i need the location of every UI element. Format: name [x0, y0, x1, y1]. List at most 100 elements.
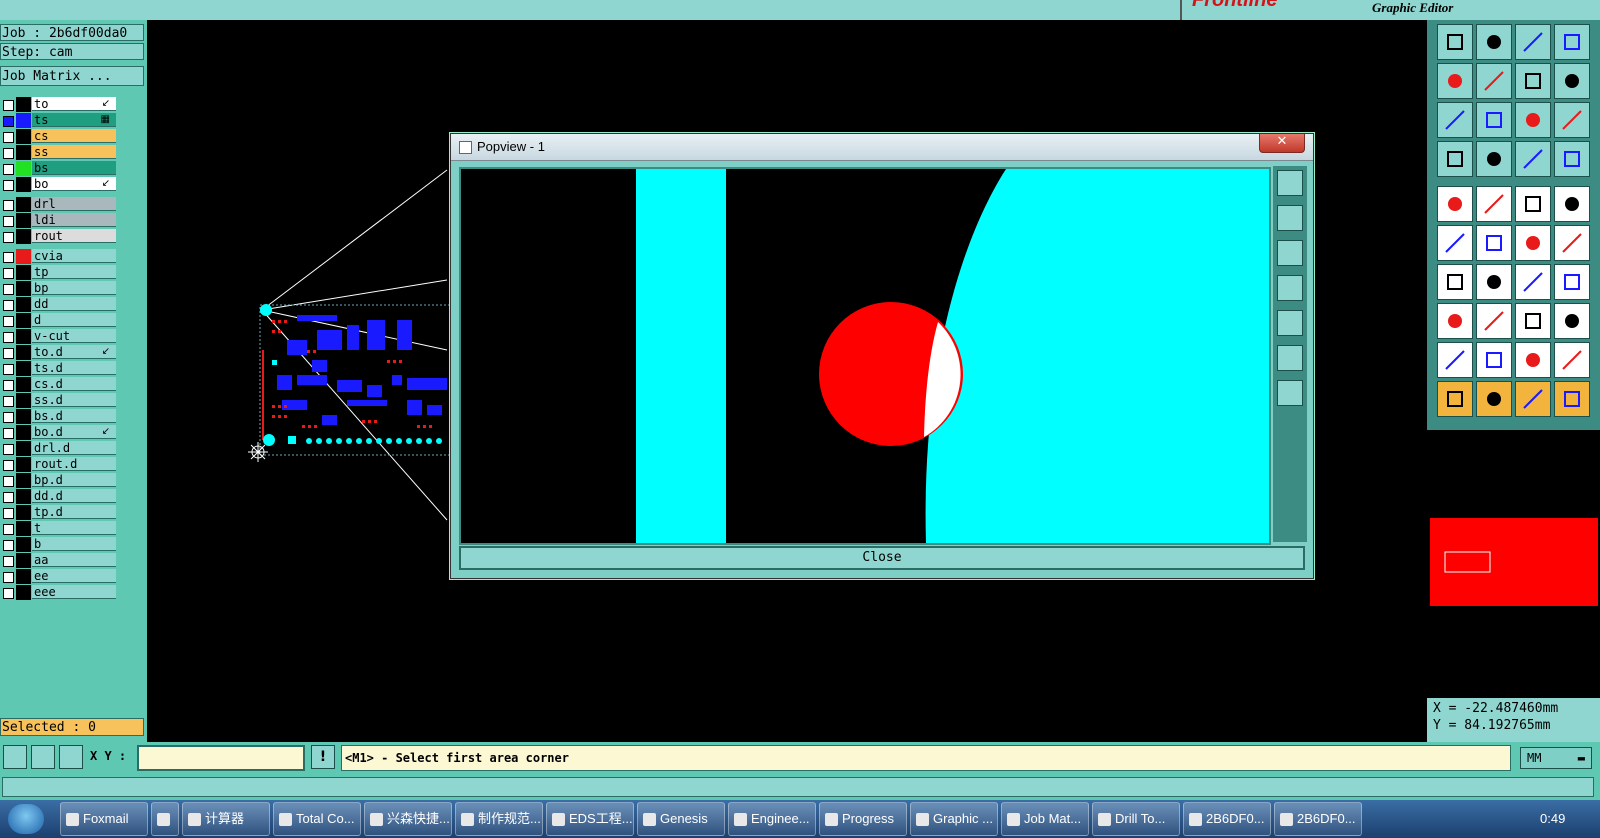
layer-name[interactable]: bp: [32, 281, 116, 295]
taskbar-item[interactable]: Job Mat...: [1001, 802, 1089, 836]
layer-name[interactable]: ee: [32, 569, 116, 583]
zoom-fit-icon[interactable]: [1437, 102, 1473, 138]
layer-name[interactable]: bo.d ↙: [32, 425, 116, 439]
taskbar-item[interactable]: 兴森快捷...: [364, 802, 452, 836]
layer-name[interactable]: to.d ↙: [32, 345, 116, 359]
layer-checkbox[interactable]: [3, 508, 14, 519]
layer-checkbox[interactable]: [3, 100, 14, 111]
layer-checkbox[interactable]: [3, 380, 14, 391]
layer-name[interactable]: ts.d: [32, 361, 116, 375]
layer-row[interactable]: d: [0, 313, 118, 328]
pan-down-icon[interactable]: [1277, 240, 1303, 266]
select2-icon[interactable]: [1515, 381, 1551, 417]
circle-icon[interactable]: [1554, 186, 1590, 222]
layer-checkbox[interactable]: [3, 268, 14, 279]
layer-checkbox[interactable]: [3, 396, 14, 407]
taskbar-item[interactable]: [151, 802, 179, 836]
layer-row[interactable]: rout: [0, 229, 118, 244]
layer-row[interactable]: eee: [0, 585, 118, 600]
layer-checkbox[interactable]: [3, 492, 14, 503]
clock[interactable]: 0:49: [1540, 800, 1565, 838]
select3-icon[interactable]: [1554, 381, 1590, 417]
taskbar-item[interactable]: 制作规范...: [455, 802, 543, 836]
layer-row[interactable]: bp.d: [0, 473, 118, 488]
taskbar-item[interactable]: Total Co...: [273, 802, 361, 836]
taskbar-item[interactable]: 计算器: [182, 802, 270, 836]
layer-checkbox[interactable]: [3, 252, 14, 263]
layer-name[interactable]: dd.d: [32, 489, 116, 503]
layer-name[interactable]: ss: [32, 145, 116, 159]
layer-name[interactable]: tp: [32, 265, 116, 279]
layer-checkbox[interactable]: [3, 540, 14, 551]
layer-row[interactable]: drl.d: [0, 441, 118, 456]
layer-name[interactable]: dd: [32, 297, 116, 311]
layer-row[interactable]: cvia: [0, 249, 118, 264]
layer-row[interactable]: bo.d ↙: [0, 425, 118, 440]
mirror-icon[interactable]: [1554, 264, 1590, 300]
zoom-center-icon[interactable]: [1476, 102, 1512, 138]
layer-checkbox[interactable]: [3, 476, 14, 487]
layer-row[interactable]: dd.d: [0, 489, 118, 504]
layer-checkbox[interactable]: [3, 460, 14, 471]
layer-checkbox[interactable]: [3, 348, 14, 359]
layer-row[interactable]: bp: [0, 281, 118, 296]
line-blue-icon[interactable]: [1476, 264, 1512, 300]
menu-bar-remnant[interactable]: ' ' ' ' ' ': [0, 0, 767, 8]
layer-checkbox[interactable]: [3, 216, 14, 227]
layer-checkbox[interactable]: [3, 556, 14, 567]
text-c-icon[interactable]: [1554, 342, 1590, 378]
zoom-window-icon[interactable]: [1277, 170, 1303, 196]
layer-name[interactable]: tp.d: [32, 505, 116, 519]
job-matrix-button[interactable]: Job Matrix ...: [0, 66, 144, 86]
zoom-fit-icon[interactable]: [1277, 345, 1303, 371]
pan-left-icon[interactable]: [1437, 63, 1473, 99]
units-select[interactable]: MM ▬: [1520, 747, 1592, 769]
layer-checkbox[interactable]: [3, 300, 14, 311]
pointer-icon[interactable]: [1437, 381, 1473, 417]
layers-red2-icon[interactable]: [1554, 141, 1590, 177]
text-a-icon[interactable]: [1476, 342, 1512, 378]
exclaim-button[interactable]: !: [311, 745, 335, 769]
layer-row[interactable]: to.d ↙: [0, 345, 118, 360]
layer-checkbox[interactable]: [3, 364, 14, 375]
layer-row[interactable]: t: [0, 521, 118, 536]
layer-row[interactable]: tp: [0, 265, 118, 280]
minus-icon[interactable]: [1476, 303, 1512, 339]
layer-checkbox[interactable]: [3, 572, 14, 583]
grid-icon[interactable]: [59, 745, 83, 769]
layer-name[interactable]: aa: [32, 553, 116, 567]
layer-name[interactable]: bs.d: [32, 409, 116, 423]
pan-up-icon[interactable]: [1277, 205, 1303, 231]
layer-row[interactable]: bs: [0, 161, 118, 176]
layer-name[interactable]: bp.d: [32, 473, 116, 487]
layer-checkbox[interactable]: [3, 588, 14, 599]
pan-right-icon[interactable]: [1476, 63, 1512, 99]
taskbar-item[interactable]: Graphic ...: [910, 802, 998, 836]
layer-name[interactable]: b: [32, 537, 116, 551]
layer-checkbox[interactable]: [3, 316, 14, 327]
layer-row[interactable]: ee: [0, 569, 118, 584]
line-red-icon[interactable]: [1437, 264, 1473, 300]
help-icon[interactable]: [1554, 102, 1590, 138]
layer-row[interactable]: b: [0, 537, 118, 552]
measure-icon[interactable]: [31, 745, 55, 769]
layer-checkbox[interactable]: [3, 132, 14, 143]
taskbar-item[interactable]: Genesis: [637, 802, 725, 836]
layer-row[interactable]: bo ↙: [0, 177, 118, 192]
copy-icon[interactable]: [1554, 303, 1590, 339]
start-button[interactable]: [8, 804, 44, 834]
zoom-center-icon[interactable]: [1277, 380, 1303, 406]
layer-checkbox[interactable]: [3, 524, 14, 535]
home-icon[interactable]: [1437, 24, 1473, 60]
layer-row[interactable]: v-cut: [0, 329, 118, 344]
layer-checkbox[interactable]: [3, 428, 14, 439]
layer-name[interactable]: eee: [32, 585, 116, 599]
layer-name[interactable]: to ↙: [32, 97, 116, 111]
layer-name[interactable]: cvia: [32, 249, 116, 263]
layer-name[interactable]: rout.d: [32, 457, 116, 471]
taskbar-item[interactable]: Drill To...: [1092, 802, 1180, 836]
taskbar-item[interactable]: 2B6DF0...: [1274, 802, 1362, 836]
layers-red-icon[interactable]: [1515, 141, 1551, 177]
select-icon[interactable]: [1476, 381, 1512, 417]
shape-icon[interactable]: [1437, 303, 1473, 339]
